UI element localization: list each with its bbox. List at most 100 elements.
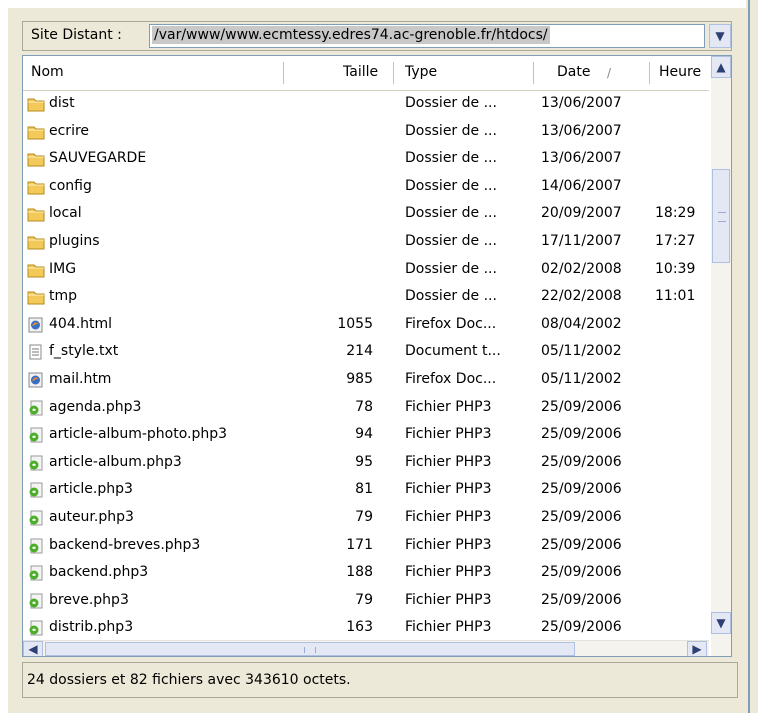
vertical-scroll-thumb[interactable] [712,169,730,263]
remote-site-label: Site Distant : [31,27,122,43]
file-name: auteur.php3 [49,509,134,525]
column-divider[interactable] [283,62,284,84]
file-row[interactable]: dist Dossier de ... 13/06/2007 [23,90,709,119]
file-date: 08/04/2002 [541,315,622,332]
file-row[interactable]: article-album.php3 95 Fichier PHP3 25/09/20… [23,449,709,478]
file-row[interactable]: 404.html 1055 Firefox Doc... 08/04/2002 [23,311,709,340]
file-name: tmp [49,288,78,305]
file-type: Dossier de ... [405,260,497,277]
file-date: 05/11/2002 [541,343,622,360]
file-row[interactable]: backend.php3 188 Fichier PHP3 25/09/2006 [23,559,709,588]
file-type: Dossier de ... [405,122,497,139]
file-size: 985 [346,371,373,387]
folder-icon [27,234,45,250]
file-size: 79 [355,591,373,608]
file-type: Document t... [405,343,501,360]
file-size: 79 [355,509,373,525]
file-name: IMG [49,260,77,277]
file-name: local [49,205,82,222]
file-type: Dossier de ... [405,95,497,111]
file-type: Firefox Doc... [405,371,497,387]
column-header-name[interactable]: Nom [31,64,64,80]
file-type: Fichier PHP3 [405,398,492,415]
file-row[interactable]: auteur.php3 79 Fichier PHP3 25/09/2006 [23,504,709,533]
file-date: 25/09/2006 [541,536,622,553]
file-name: breve.php3 [49,591,129,608]
file-row[interactable]: config Dossier de ... 14/06/2007 [23,173,709,202]
file-time: 17:27 [655,233,696,249]
top-edge [8,0,746,8]
file-row[interactable]: backend-breves.php3 171 Fichier PHP3 25/09/… [23,532,709,561]
file-name: article-album-photo.php3 [49,426,228,443]
scroll-up-button[interactable]: ▲ [711,56,731,78]
folder-icon [27,206,45,222]
file-date: 13/06/2007 [541,122,622,139]
file-date: 02/02/2008 [541,260,622,277]
file-row[interactable]: SAUVEGARDE Dossier de ... 13/06/2007 [23,145,709,174]
file-name: article.php3 [49,481,133,498]
file-name: backend-breves.php3 [49,536,201,553]
file-row[interactable]: mail.htm 985 Firefox Doc... 05/11/2002 [23,366,709,395]
scroll-left-button[interactable]: ◀ [23,641,43,656]
vertical-scrollbar[interactable]: ▲ ▼ [711,56,731,656]
file-name: plugins [49,233,100,249]
file-name: config [49,177,92,194]
php-file-icon [27,455,45,471]
file-row[interactable]: ecrire Dossier de ... 13/06/2007 [23,118,709,147]
remote-address-bar: Site Distant : /var/www/www.ecmtessy.edr… [22,21,732,51]
file-row[interactable]: agenda.php3 78 Fichier PHP3 25/09/2006 [23,394,709,423]
remote-path-input[interactable]: /var/www/www.ecmtessy.edres74.ac-grenobl… [152,26,550,44]
file-date: 25/09/2006 [541,591,622,608]
firefox-doc-icon [27,372,45,388]
file-name: f_style.txt [49,343,119,360]
column-divider[interactable] [533,62,534,84]
file-row[interactable]: local Dossier de ... 20/09/2007 18:29 [23,200,709,229]
file-time: 18:29 [655,205,696,222]
php-file-icon [27,565,45,581]
status-bar: 24 dossiers et 82 fichiers avec 343610 o… [22,662,738,698]
file-row[interactable]: article-album-photo.php3 94 Fichier PHP3 25… [23,421,709,450]
scroll-down-button[interactable]: ▼ [711,612,731,634]
file-row[interactable]: breve.php3 79 Fichier PHP3 25/09/2006 [23,587,709,616]
folder-icon [27,179,45,195]
file-type: Fichier PHP3 [405,591,492,608]
folder-icon [27,289,45,305]
column-header-time[interactable]: Heure [659,64,701,80]
file-date: 25/09/2006 [541,481,622,498]
file-row[interactable]: IMG Dossier de ... 02/02/2008 10:39 [23,256,709,285]
file-date: 22/02/2008 [541,288,622,305]
column-header-size[interactable]: Taille [343,64,378,80]
file-date: 25/09/2006 [541,398,622,415]
column-divider[interactable] [649,62,650,84]
file-row[interactable]: f_style.txt 214 Document t... 05/11/2002 [23,338,709,367]
file-name: ecrire [49,122,90,139]
file-type: Dossier de ... [405,233,497,249]
horizontal-scrollbar[interactable]: ◀ ▶ [23,640,709,656]
file-type: Fichier PHP3 [405,564,492,581]
right-edge [748,0,750,713]
file-type: Dossier de ... [405,177,497,194]
file-type: Fichier PHP3 [405,536,492,553]
column-header-date[interactable]: Date [557,64,590,80]
file-type: Dossier de ... [405,150,497,167]
file-row[interactable]: plugins Dossier de ... 17/11/2007 17:27 [23,228,709,257]
path-dropdown-button[interactable]: ▼ [709,24,731,48]
file-name: 404.html [49,315,113,332]
remote-file-list[interactable]: Nom Taille Type Date / Heure dist Dossier… [22,55,732,657]
folder-icon [27,96,45,112]
column-divider[interactable] [393,62,394,84]
firefox-doc-icon [27,317,45,333]
column-header-type[interactable]: Type [405,64,437,80]
file-row[interactable]: tmp Dossier de ... 22/02/2008 11:01 [23,283,709,312]
php-file-icon [27,510,45,526]
remote-path-combobox[interactable]: /var/www/www.ecmtessy.edres74.ac-grenobl… [149,24,705,48]
horizontal-scroll-thumb[interactable] [45,642,575,656]
file-date: 25/09/2006 [541,426,622,443]
file-row[interactable]: article.php3 81 Fichier PHP3 25/09/2006 [23,476,709,505]
scroll-right-button[interactable]: ▶ [687,641,707,656]
file-size: 81 [355,481,373,498]
file-size: 171 [346,536,373,553]
file-date: 05/11/2002 [541,371,622,387]
text-doc-icon [27,344,45,360]
file-name: dist [49,95,75,111]
